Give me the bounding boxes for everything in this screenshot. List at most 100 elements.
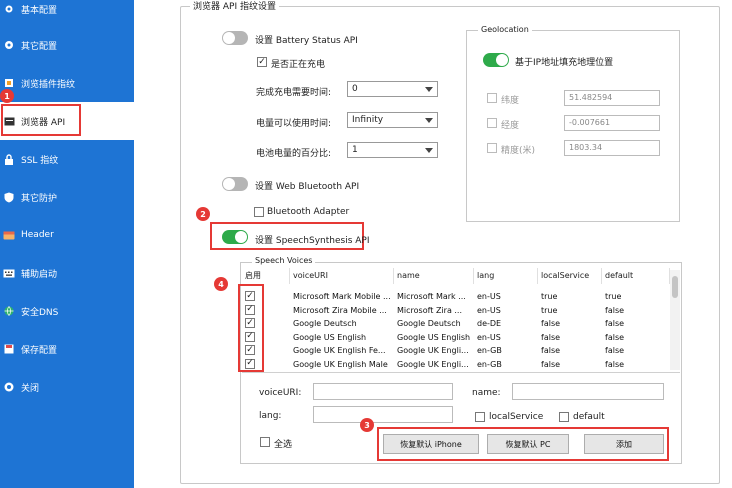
cell-lang: en-GB xyxy=(477,346,502,355)
sidebar-item-auxiliary-launch[interactable]: 辅助启动 xyxy=(0,254,134,292)
cell-voiceuri: Google US English xyxy=(293,332,367,342)
charging-checkbox[interactable]: ✓ xyxy=(257,57,267,67)
cell-voiceuri: Microsoft Mark Mobile ... xyxy=(293,292,391,301)
cell-voiceuri: Google UK English Male xyxy=(293,359,388,369)
power-icon xyxy=(2,380,16,394)
sidebar-item-other-config[interactable]: 其它配置 xyxy=(0,26,134,64)
default-checkbox[interactable] xyxy=(559,412,569,422)
sidebar-item-label: 浏览插件指纹 xyxy=(21,79,76,90)
longitude-input[interactable]: -0.007661 xyxy=(564,115,660,131)
sidebar-item-close[interactable]: 关闭 xyxy=(0,368,134,406)
select-all-label: 全选 xyxy=(274,440,293,450)
default-label: default xyxy=(573,412,605,422)
add-voice-button[interactable]: 添加 xyxy=(584,434,664,454)
sidebar-item-other-protection[interactable]: 其它防护 xyxy=(0,178,134,216)
sidebar-item-ssl-fingerprint[interactable]: SSL 指纹 xyxy=(0,140,134,178)
select-all-checkbox[interactable] xyxy=(260,437,270,447)
battery-toggle-label: 设置 Battery Status API xyxy=(255,36,358,46)
lang-form-label: lang: xyxy=(259,411,282,421)
geolocation-ip-label: 基于IP地址填充地理位置 xyxy=(515,58,614,68)
cell-local: false xyxy=(541,346,561,355)
sidebar-item-label: 辅助启动 xyxy=(21,269,58,280)
cell-local: false xyxy=(541,359,561,369)
plugin-icon xyxy=(2,76,16,90)
annotation-badge-2: 2 xyxy=(196,207,210,221)
latitude-checkbox[interactable] xyxy=(487,93,497,103)
cell-lang: en-GB xyxy=(477,359,502,369)
header-icon xyxy=(2,228,16,242)
restore-iphone-button[interactable]: 恢复默认 iPhone xyxy=(383,434,479,454)
voiceuri-form-label: voiceURI: xyxy=(259,388,302,398)
battery-level-select[interactable]: 1 xyxy=(347,142,438,158)
latitude-input[interactable]: 51.482594 xyxy=(564,90,660,106)
table-row[interactable]: ✓ Microsoft Zira Mobile ... Microsoft Zi… xyxy=(242,304,670,318)
cell-default: false xyxy=(605,359,625,369)
sidebar-item-label: Header xyxy=(21,230,54,240)
cell-local: true xyxy=(541,292,558,301)
annotation-badge-1: 1 xyxy=(0,89,14,103)
highlight-enabled-column xyxy=(238,284,264,372)
col-default[interactable]: default xyxy=(602,268,670,284)
voices-table: 启用 voiceURI name lang localService defau… xyxy=(242,268,670,370)
accuracy-input[interactable]: 1803.34 xyxy=(564,140,660,156)
accuracy-checkbox[interactable] xyxy=(487,143,497,153)
voices-table-scrollbar[interactable] xyxy=(670,270,680,370)
sidebar-item-basic-config[interactable]: 基本配置 xyxy=(0,0,134,28)
charging-label: 是否正在充电 xyxy=(271,60,326,70)
table-row[interactable]: ✓ Google Deutsch Google Deutsch de-DE fa… xyxy=(242,317,670,331)
battery-toggle[interactable] xyxy=(222,31,248,45)
voiceuri-input[interactable] xyxy=(313,383,453,400)
table-row[interactable]: ✓ Google UK English Male Google UK Engli… xyxy=(242,358,670,371)
longitude-checkbox[interactable] xyxy=(487,118,497,128)
table-row[interactable]: ✓ Google US English Google US English en… xyxy=(242,331,670,345)
localservice-checkbox[interactable] xyxy=(475,412,485,422)
sidebar-item-label: 基本配置 xyxy=(21,5,58,16)
discharge-time-select[interactable]: Infinity xyxy=(347,112,438,128)
sidebar-item-header[interactable]: Header xyxy=(0,216,134,254)
cell-local: false xyxy=(541,332,561,342)
col-localservice[interactable]: localService xyxy=(538,268,602,284)
section-title: 浏览器 API 指纹设置 xyxy=(190,0,279,12)
localservice-label: localService xyxy=(489,412,544,422)
annotation-badge-4: 4 xyxy=(214,277,228,291)
name-input[interactable] xyxy=(512,383,664,400)
lang-input[interactable] xyxy=(313,406,453,423)
bluetooth-adapter-label: Bluetooth Adapter xyxy=(267,207,350,217)
col-lang[interactable]: lang xyxy=(474,268,538,284)
cell-name: Microsoft Zira ... xyxy=(397,305,463,315)
sidebar-item-secure-dns[interactable]: 安全DNS xyxy=(0,292,134,330)
col-enabled[interactable]: 启用 xyxy=(242,268,290,284)
table-row[interactable]: ✓ Google UK English Fe... Google UK Engl… xyxy=(242,344,670,358)
cell-voiceuri: Google Deutsch xyxy=(293,319,357,328)
bluetooth-adapter-checkbox[interactable] xyxy=(254,207,264,217)
cell-default: false xyxy=(605,319,625,328)
charge-time-select[interactable]: 0 xyxy=(347,81,438,97)
sidebar-item-save-config[interactable]: 保存配置 xyxy=(0,330,134,368)
save-icon xyxy=(2,342,16,356)
battery-level-label: 电池电量的百分比: xyxy=(256,149,332,159)
cell-lang: en-US xyxy=(477,305,501,315)
globe-icon xyxy=(2,304,16,318)
cell-voiceuri: Microsoft Zira Mobile ... xyxy=(293,305,387,315)
highlight-browser-api xyxy=(1,104,81,136)
sidebar-item-plugin-fingerprint[interactable]: 浏览插件指纹 xyxy=(0,64,134,102)
name-form-label: name: xyxy=(472,388,501,398)
cell-lang: en-US xyxy=(477,292,501,301)
sidebar-item-label: 保存配置 xyxy=(21,345,58,356)
cell-lang: de-DE xyxy=(477,319,502,328)
geolocation-ip-toggle[interactable] xyxy=(483,53,509,67)
bluetooth-toggle[interactable] xyxy=(222,177,248,191)
col-name[interactable]: name xyxy=(394,268,474,284)
bluetooth-toggle-label: 设置 Web Bluetooth API xyxy=(255,182,360,192)
longitude-label: 经度 xyxy=(501,121,520,131)
gear-icon xyxy=(2,2,16,16)
restore-pc-button[interactable]: 恢复默认 PC xyxy=(487,434,569,454)
cell-default: false xyxy=(605,346,625,355)
cell-voiceuri: Google UK English Fe... xyxy=(293,346,386,355)
lock-icon xyxy=(2,152,16,166)
cell-local: true xyxy=(541,305,558,315)
col-voiceuri[interactable]: voiceURI xyxy=(290,268,394,284)
speech-toggle[interactable] xyxy=(222,230,248,244)
table-row[interactable]: ✓ Microsoft Mark Mobile ... Microsoft Ma… xyxy=(242,290,670,304)
discharge-time-label: 电量可以使用时间: xyxy=(256,119,332,129)
